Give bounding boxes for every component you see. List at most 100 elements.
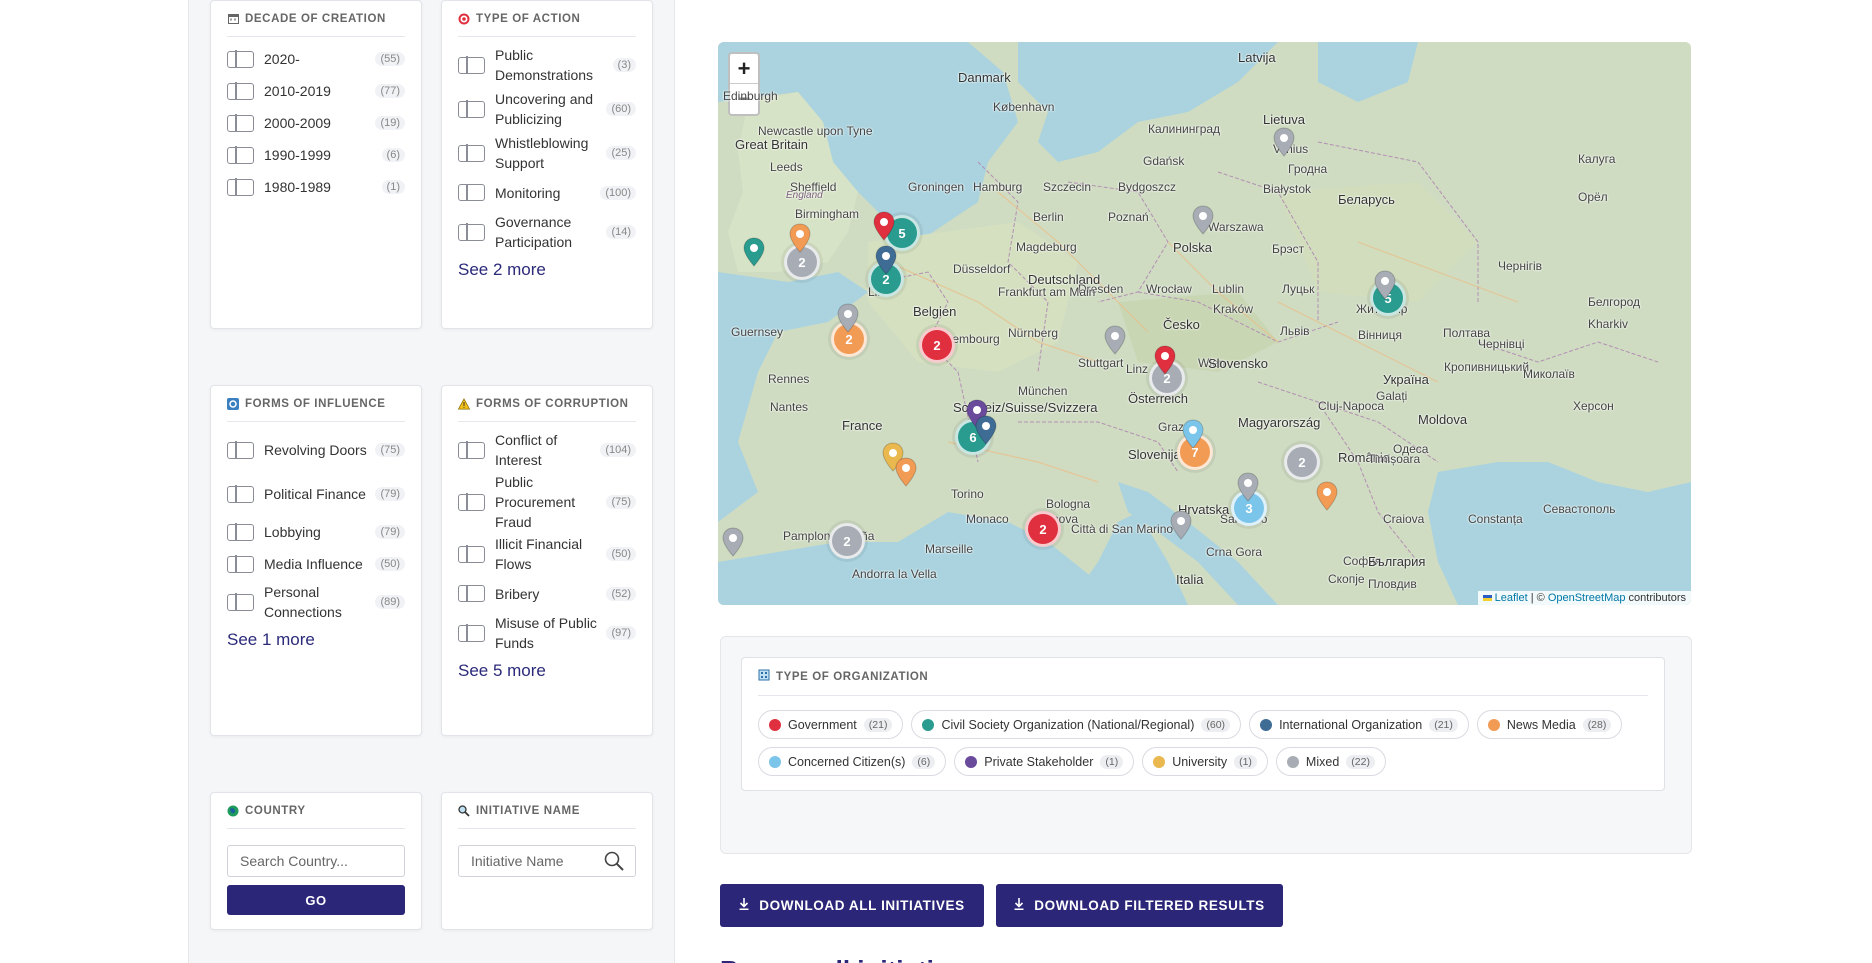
toggle-checkbox[interactable] bbox=[458, 223, 485, 241]
org-type-chip[interactable]: Concerned Citizen(s) (6) bbox=[758, 747, 947, 776]
attribution-tail: contributors bbox=[1625, 592, 1686, 604]
map-pin-marker[interactable] bbox=[1192, 205, 1214, 235]
action-option[interactable]: Whistleblowing Support (25) bbox=[458, 131, 636, 175]
influence-option[interactable]: Personal Connections (89) bbox=[227, 580, 405, 624]
org-type-chip[interactable]: University (1) bbox=[1142, 747, 1268, 776]
org-type-chip[interactable]: Private Stakeholder (1) bbox=[954, 747, 1135, 776]
toggle-checkbox[interactable] bbox=[458, 100, 485, 118]
toggle-checkbox[interactable] bbox=[227, 441, 254, 459]
map-pin-marker[interactable] bbox=[743, 237, 765, 267]
action-option[interactable]: Public Demonstrations (3) bbox=[458, 43, 636, 87]
leaflet-link[interactable]: Leaflet bbox=[1495, 592, 1528, 604]
org-type-chip[interactable]: Mixed (22) bbox=[1275, 747, 1386, 776]
toggle-checkbox[interactable] bbox=[458, 545, 485, 563]
map-place-label: Херсон bbox=[1573, 399, 1614, 413]
toggle-checkbox[interactable] bbox=[227, 593, 254, 611]
map-cluster-marker[interactable]: 2 bbox=[829, 523, 865, 559]
country-go-button[interactable]: GO bbox=[227, 885, 405, 915]
org-type-chip[interactable]: International Organization (21) bbox=[1249, 710, 1469, 739]
toggle-checkbox[interactable] bbox=[227, 485, 254, 503]
toggle-checkbox[interactable] bbox=[458, 441, 485, 459]
org-type-chip[interactable]: News Media (28) bbox=[1476, 710, 1623, 739]
org-type-chip[interactable]: Government (21) bbox=[758, 710, 904, 739]
map-place-label: Hamburg bbox=[973, 180, 1023, 194]
decade-option[interactable]: 2010-2019 (77) bbox=[227, 75, 405, 107]
map-pin-marker[interactable] bbox=[789, 223, 811, 253]
corruption-option[interactable]: Misuse of Public Funds (97) bbox=[458, 611, 636, 655]
map-place-label: Marseille bbox=[925, 542, 974, 556]
decade-option[interactable]: 2000-2009 (19) bbox=[227, 107, 405, 139]
country-search-input[interactable] bbox=[227, 845, 405, 877]
map-pin-marker[interactable] bbox=[837, 303, 859, 333]
toggle-checkbox[interactable] bbox=[458, 584, 485, 602]
org-type-chip[interactable]: Civil Society Organization (National/Reg… bbox=[911, 710, 1242, 739]
corruption-option[interactable]: Illicit Financial Flows (50) bbox=[458, 532, 636, 576]
option-label: Public Procurement Fraud bbox=[495, 474, 576, 530]
org-type-card: Type of Organization Government (21) Civil… bbox=[741, 657, 1665, 791]
toggle-checkbox[interactable] bbox=[458, 144, 485, 162]
map-place-label: Česko bbox=[1163, 317, 1200, 332]
see-more-corruption-link[interactable]: See 5 more bbox=[458, 661, 546, 681]
map-place-label: Groningen bbox=[908, 180, 965, 194]
map-pin-marker[interactable] bbox=[1237, 472, 1259, 502]
org-type-count: (6) bbox=[912, 754, 936, 769]
decade-option[interactable]: 1990-1999 (6) bbox=[227, 139, 405, 171]
option-label: Lobbying bbox=[264, 524, 321, 540]
toggle-checkbox[interactable] bbox=[458, 56, 485, 74]
corruption-option[interactable]: Bribery (52) bbox=[458, 576, 636, 611]
download-filtered-button[interactable]: DOWNLOAD FILTERED RESULTS bbox=[996, 884, 1283, 927]
map-pin-marker[interactable] bbox=[1316, 481, 1338, 511]
map-pin-marker[interactable] bbox=[1104, 325, 1126, 355]
option-count: (79) bbox=[375, 487, 405, 501]
influence-option[interactable]: Media Influence (50) bbox=[227, 548, 405, 580]
toggle-checkbox[interactable] bbox=[227, 146, 254, 164]
see-more-influence-link[interactable]: See 1 more bbox=[227, 630, 315, 650]
download-icon bbox=[1014, 898, 1024, 913]
influence-option[interactable]: Revolving Doors (75) bbox=[227, 428, 405, 472]
see-more-actions-link[interactable]: See 2 more bbox=[458, 260, 546, 280]
decade-option[interactable]: 2020- (55) bbox=[227, 43, 405, 75]
map-pin-marker[interactable] bbox=[1170, 510, 1192, 540]
map-pin-marker[interactable] bbox=[875, 245, 897, 275]
toggle-checkbox[interactable] bbox=[227, 555, 254, 573]
browse-heading: Browse all initiatives bbox=[720, 955, 977, 963]
map-pin-marker[interactable] bbox=[1374, 270, 1396, 300]
map-place-label: Belgien bbox=[913, 304, 957, 319]
corruption-option[interactable]: Public Procurement Fraud (75) bbox=[458, 472, 636, 532]
action-option[interactable]: Uncovering and Publicizing (60) bbox=[458, 87, 636, 131]
toggle-checkbox[interactable] bbox=[458, 624, 485, 642]
influence-option[interactable]: Lobbying (79) bbox=[227, 516, 405, 548]
download-filtered-label: DOWNLOAD FILTERED RESULTS bbox=[1034, 898, 1265, 913]
map-pin-marker[interactable] bbox=[722, 527, 744, 557]
decade-option[interactable]: 1980-1989 (1) bbox=[227, 171, 405, 203]
map-place-label: Polska bbox=[1173, 240, 1213, 255]
zoom-in-button[interactable]: + bbox=[730, 54, 758, 84]
toggle-checkbox[interactable] bbox=[227, 178, 254, 196]
map-pin-marker[interactable] bbox=[1182, 419, 1204, 449]
corruption-option[interactable]: Conflict of Interest (104) bbox=[458, 428, 636, 472]
map-place-label: Crna Gora bbox=[1206, 545, 1263, 559]
map-pin-marker[interactable] bbox=[975, 415, 997, 445]
action-option[interactable]: Monitoring (100) bbox=[458, 175, 636, 210]
download-all-button[interactable]: DOWNLOAD ALL INITIATIVES bbox=[720, 884, 984, 927]
toggle-checkbox[interactable] bbox=[458, 183, 485, 201]
toggle-checkbox[interactable] bbox=[227, 82, 254, 100]
map-pin-marker[interactable] bbox=[873, 211, 895, 241]
initiatives-map[interactable]: + − Latvija Danmark København Калининград Li… bbox=[718, 42, 1691, 605]
option-label: 2000-2009 bbox=[264, 115, 331, 131]
influence-option[interactable]: Political Finance (79) bbox=[227, 472, 405, 516]
search-icon[interactable] bbox=[604, 851, 626, 876]
action-option[interactable]: Governance Participation (14) bbox=[458, 210, 636, 254]
map-cluster-marker[interactable]: 2 bbox=[1025, 511, 1061, 547]
map-cluster-marker[interactable]: 2 bbox=[919, 327, 955, 363]
map-place-label: Lietuva bbox=[1263, 112, 1305, 127]
map-pin-marker[interactable] bbox=[1154, 345, 1176, 375]
toggle-checkbox[interactable] bbox=[458, 493, 485, 511]
openstreetmap-link[interactable]: OpenStreetMap bbox=[1548, 592, 1626, 604]
map-pin-marker[interactable] bbox=[1273, 127, 1295, 157]
map-pin-marker[interactable] bbox=[895, 457, 917, 487]
map-cluster-marker[interactable]: 2 bbox=[1284, 444, 1320, 480]
toggle-checkbox[interactable] bbox=[227, 50, 254, 68]
toggle-checkbox[interactable] bbox=[227, 523, 254, 541]
toggle-checkbox[interactable] bbox=[227, 114, 254, 132]
